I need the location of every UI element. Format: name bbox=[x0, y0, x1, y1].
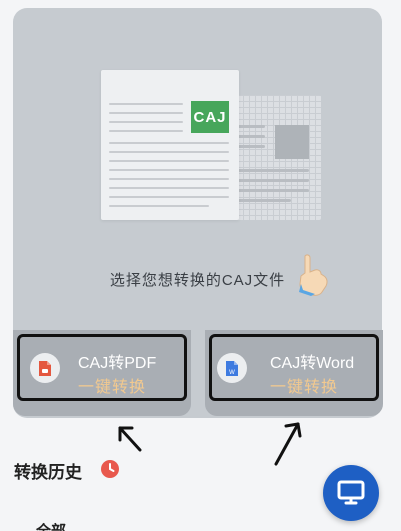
caj-converter-screen: CAJ 选择您想转换的CAJ文件 CAJ转PDF 一键转换 W CAJ转Word… bbox=[0, 0, 401, 531]
card-subtitle: 一键转换 bbox=[270, 379, 339, 396]
image-placeholder-icon bbox=[275, 125, 309, 159]
desktop-mode-button[interactable] bbox=[323, 465, 379, 521]
word-file-icon: W bbox=[217, 353, 247, 383]
clock-icon bbox=[101, 460, 119, 478]
monitor-icon bbox=[337, 480, 365, 505]
card-title: CAJ转PDF bbox=[78, 355, 157, 372]
arrow-annotation-right bbox=[274, 422, 302, 466]
caj-to-word-card[interactable]: W CAJ转Word 一键转换 bbox=[205, 330, 383, 416]
caj-to-pdf-card[interactable]: CAJ转PDF 一键转换 bbox=[13, 330, 191, 416]
arrow-annotation-left bbox=[118, 426, 142, 452]
tab-all-partial[interactable]: 全部 bbox=[36, 520, 66, 531]
pointing-hand-icon bbox=[299, 254, 328, 296]
card-subtitle: 一键转换 bbox=[78, 379, 147, 396]
caj-badge: CAJ bbox=[191, 101, 229, 133]
conversion-history-title: 转换历史 bbox=[14, 463, 82, 482]
caj-document-illustration: CAJ bbox=[101, 70, 239, 220]
pdf-file-icon bbox=[30, 353, 60, 383]
card-title: CAJ转Word bbox=[270, 355, 355, 372]
svg-text:W: W bbox=[229, 370, 235, 376]
